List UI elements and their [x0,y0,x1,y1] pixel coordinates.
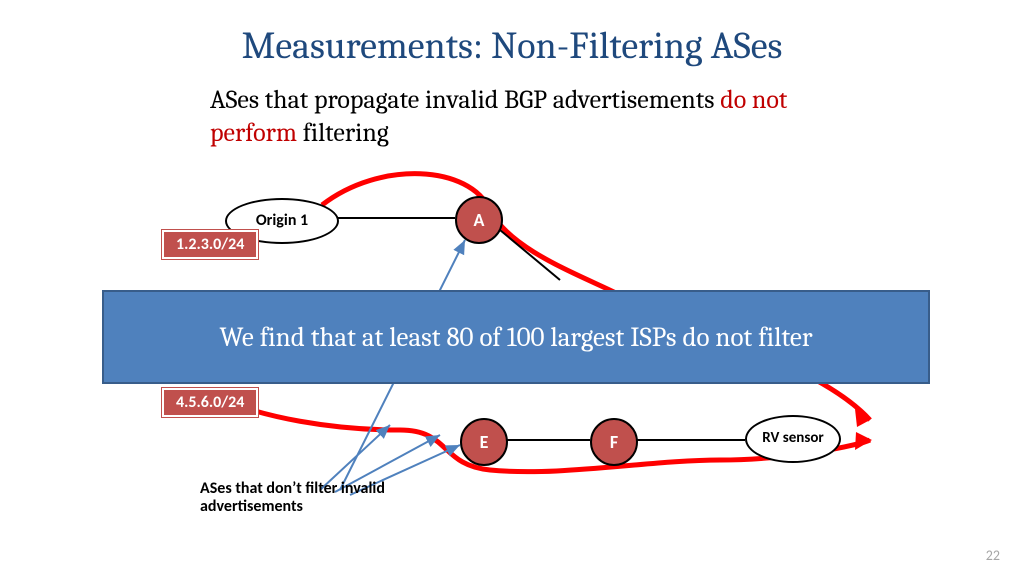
node-rv-sensor: RV sensor [745,415,841,463]
finding-banner: We find that at least 80 of 100 largest … [102,290,930,384]
node-a: A [455,196,503,244]
subtitle-post: filtering [297,118,389,148]
note-nonfiltering-ases: ASes that don’t filter invalid advertise… [200,480,420,517]
slide-title: Measurements: Non-Filtering ASes [0,24,1024,68]
slide-subtitle: ASes that propagate invalid BGP advertis… [210,84,850,149]
node-f: F [590,418,638,466]
prefix-box-2: 4.5.6.0/24 [162,388,258,417]
prefix-box-1: 1.2.3.0/24 [162,230,258,259]
subtitle-pre: ASes that propagate invalid BGP advertis… [210,85,720,115]
page-number: 22 [986,547,1000,564]
slide: Measurements: Non-Filtering ASes ASes th… [0,0,1024,576]
node-e: E [460,418,508,466]
